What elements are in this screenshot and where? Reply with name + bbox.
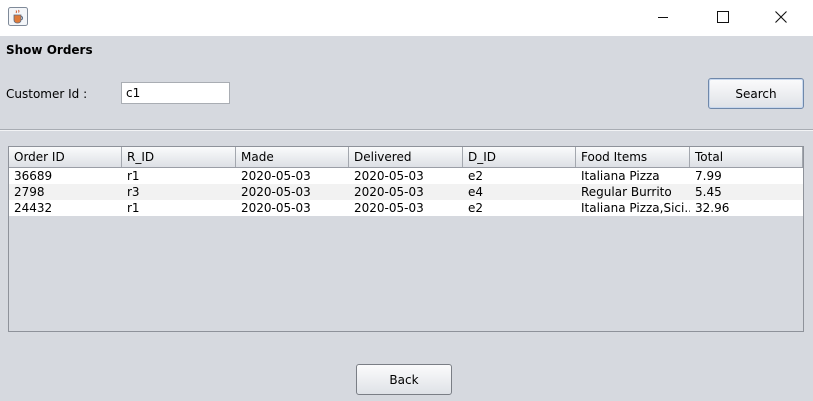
cell-food-items: Italiana Pizza,Sici... (581, 201, 690, 215)
customer-id-label: Customer Id : (6, 87, 88, 101)
maximize-icon (717, 10, 729, 26)
cell-order-id: 36689 (14, 169, 53, 183)
page-title: Show Orders (6, 43, 93, 57)
column-header-order-id[interactable]: Order ID (9, 147, 122, 167)
customer-id-input[interactable] (121, 82, 230, 104)
orders-table[interactable]: Order ID R_ID Made Delivered D_ID Food I… (8, 146, 804, 332)
separator (0, 129, 813, 131)
table-row[interactable]: 2798 r3 2020-05-03 2020-05-03 e4 Regular… (9, 184, 803, 200)
cell-made: 2020-05-03 (241, 201, 311, 215)
java-coffee-cup-icon (8, 7, 28, 26)
cell-total: 5.45 (695, 185, 722, 199)
title-bar (0, 0, 813, 36)
cell-delivered: 2020-05-03 (354, 185, 424, 199)
cell-r-id: r1 (127, 169, 140, 183)
maximize-button[interactable] (700, 0, 746, 36)
cell-delivered: 2020-05-03 (354, 169, 424, 183)
cell-food-items: Regular Burrito (581, 185, 672, 199)
minimize-icon (657, 11, 669, 26)
cell-made: 2020-05-03 (241, 185, 311, 199)
table-header: Order ID R_ID Made Delivered D_ID Food I… (9, 147, 803, 168)
column-header-total[interactable]: Total (690, 147, 803, 167)
table-row[interactable]: 36689 r1 2020-05-03 2020-05-03 e2 Italia… (9, 168, 803, 184)
minimize-button[interactable] (640, 0, 686, 36)
close-button[interactable] (758, 0, 804, 36)
cell-total: 7.99 (695, 169, 722, 183)
cell-made: 2020-05-03 (241, 169, 311, 183)
table-row[interactable]: 24432 r1 2020-05-03 2020-05-03 e2 Italia… (9, 200, 803, 216)
column-header-made[interactable]: Made (236, 147, 349, 167)
cell-d-id: e2 (468, 169, 484, 183)
search-button[interactable]: Search (708, 78, 804, 109)
cell-total: 32.96 (695, 201, 730, 215)
cell-order-id: 24432 (14, 201, 53, 215)
column-header-delivered[interactable]: Delivered (349, 147, 463, 167)
cell-d-id: e2 (468, 201, 484, 215)
column-header-r-id[interactable]: R_ID (122, 147, 236, 167)
cell-delivered: 2020-05-03 (354, 201, 424, 215)
back-button[interactable]: Back (356, 364, 452, 395)
cell-r-id: r1 (127, 201, 140, 215)
cell-r-id: r3 (127, 185, 140, 199)
cell-d-id: e4 (468, 185, 484, 199)
cell-food-items: Italiana Pizza (581, 169, 660, 183)
column-header-d-id[interactable]: D_ID (463, 147, 576, 167)
cell-order-id: 2798 (14, 185, 45, 199)
column-header-food-items[interactable]: Food Items (576, 147, 690, 167)
close-icon (775, 10, 787, 26)
